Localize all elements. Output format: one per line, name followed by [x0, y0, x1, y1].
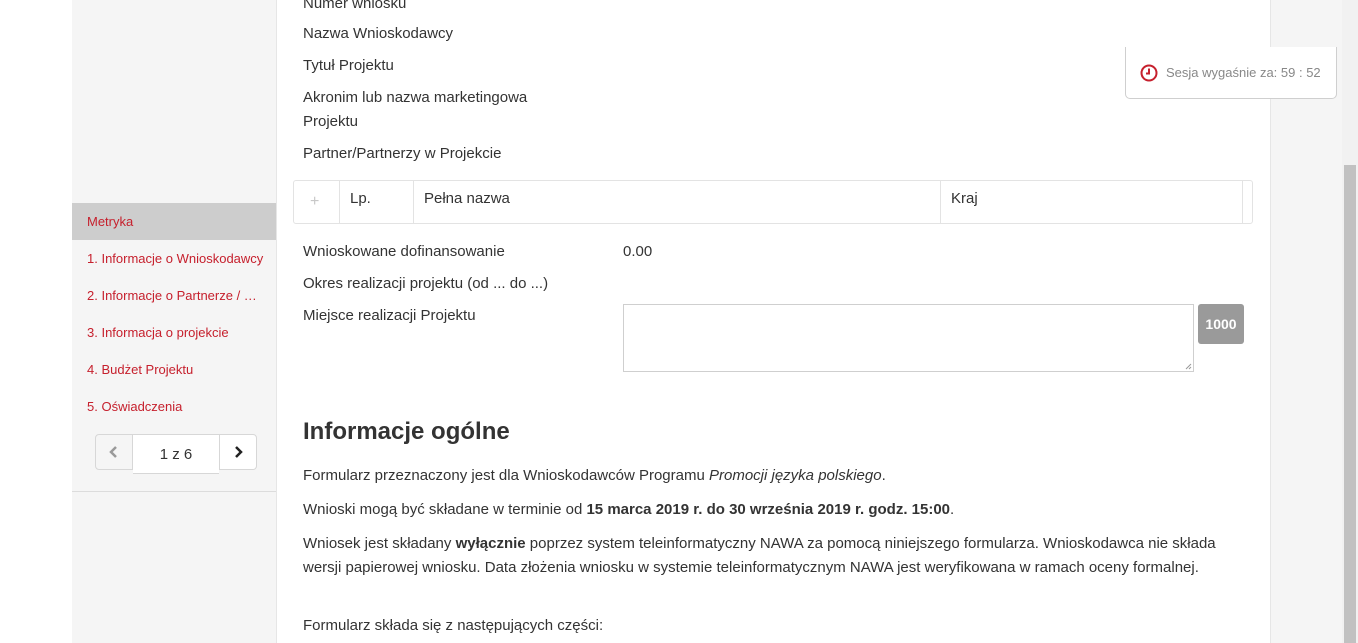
column-header-lp: Lp. [340, 181, 414, 223]
session-countdown: 59 : 52 [1280, 65, 1321, 80]
chevron-right-icon [235, 446, 243, 458]
sidebar-item-projekt[interactable]: 3. Informacja o projekcie [72, 314, 276, 351]
pager-position: 1 z 6 [133, 434, 219, 474]
info-paragraph-parts: Formularz składa się z następujących czę… [303, 617, 604, 634]
info-text: Wnioski mogą być składane w terminie od [303, 501, 587, 518]
sidebar-divider [72, 491, 276, 492]
sidebar-item-oswiadczenia[interactable]: 5. Oświadczenia [72, 388, 276, 425]
plus-icon[interactable]: + [310, 193, 319, 211]
sidebar-item-budzet[interactable]: 4. Budżet Projektu [72, 351, 276, 388]
info-text: . [950, 501, 955, 518]
info-text: . [881, 467, 886, 484]
session-timer: Sesja wygaśnie za: 59 : 52 [1125, 47, 1337, 99]
sidebar-item-wnioskodawca[interactable]: 1. Informacje o Wnioskodawcy [72, 240, 276, 277]
place-textarea[interactable] [623, 304, 1194, 372]
label-acronym-line2: Projektu [303, 113, 359, 130]
deadline-text: 15 marca 2019 r. do 30 września 2019 r. … [586, 501, 951, 518]
section-heading: Informacje ogólne [303, 418, 510, 445]
clock-icon [1140, 64, 1158, 82]
session-text: Sesja wygaśnie za: 59 : 52 [1166, 65, 1321, 80]
label-partners: Partner/Partnerzy w Projekcie [303, 145, 502, 162]
label-applicant-name: Nazwa Wnioskodawcy [303, 25, 454, 42]
sidebar-nav: Metryka 1. Informacje o Wnioskodawcy 2. … [72, 203, 276, 425]
page-margin-left [0, 0, 72, 643]
pager-next-button[interactable] [219, 434, 257, 470]
info-text: Wniosek jest składany [303, 535, 456, 552]
emphasis-text: wyłącznie [455, 535, 526, 552]
character-counter: 1000 [1198, 304, 1244, 344]
pager-prev-button[interactable] [95, 434, 133, 470]
column-header-country: Kraj [941, 181, 1243, 223]
sidebar-item-partnerzy[interactable]: 2. Informacje o Partnerze / Partnerach [72, 277, 276, 314]
partners-table: Lp. Pełna nazwa Kraj [293, 180, 1253, 224]
label-project-title: Tytuł Projektu [303, 57, 394, 74]
label-application-number: Numer wniosku [303, 0, 407, 12]
sidebar-item-metryka[interactable]: Metryka [72, 203, 276, 240]
label-acronym-line1: Akronim lub nazwa marketingowa [303, 89, 528, 106]
info-paragraph-submission: Wniosek jest składany wyłącznie poprzez … [303, 532, 1243, 580]
program-name: Promocji języka polskiego [709, 467, 882, 484]
info-text: Formularz przeznaczony jest dla Wnioskod… [303, 467, 709, 484]
label-place: Miejsce realizacji Projektu [303, 307, 476, 324]
scrollbar-thumb[interactable] [1344, 165, 1356, 643]
info-paragraph-program: Formularz przeznaczony jest dla Wnioskod… [303, 464, 1243, 488]
session-label: Sesja wygaśnie za: [1166, 65, 1278, 80]
info-paragraph-deadline: Wnioski mogą być składane w terminie od … [303, 498, 1243, 522]
label-acronym: Akronim lub nazwa marketingowa Projektu [303, 86, 527, 134]
chevron-left-icon [109, 446, 117, 458]
column-header-full-name: Pełna nazwa [414, 181, 941, 223]
section-pager: 1 z 6 [95, 434, 257, 474]
resize-handle-icon[interactable] [1184, 362, 1192, 370]
label-funding: Wnioskowane dofinansowanie [303, 243, 505, 260]
funding-value: 0.00 [623, 243, 653, 260]
label-period: Okres realizacji projektu (od ... do ...… [303, 275, 549, 292]
